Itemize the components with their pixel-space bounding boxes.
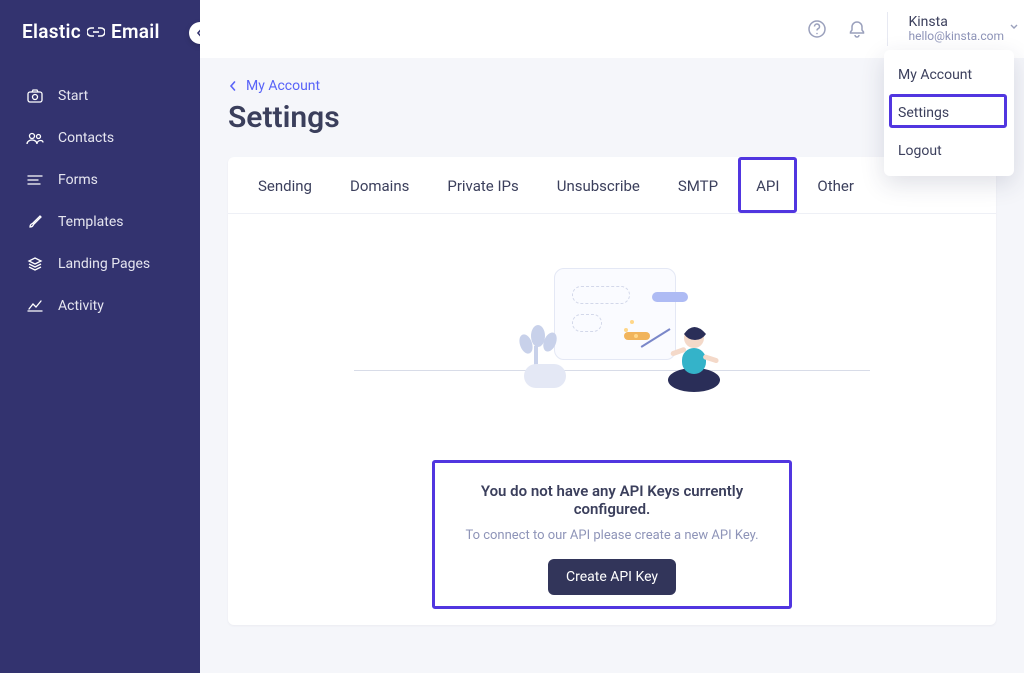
user-name: Kinsta — [908, 14, 1004, 30]
forms-icon — [26, 174, 44, 186]
nav: Start Contacts Forms Templates — [0, 67, 200, 327]
sidebar-item-activity[interactable]: Activity — [0, 285, 200, 327]
topbar: Kinsta hello@kinsta.com My Account Setti… — [200, 0, 1024, 58]
user-email: hello@kinsta.com — [908, 30, 1004, 44]
topbar-separator — [887, 12, 888, 46]
tab-private-ips[interactable]: Private IPs — [435, 157, 530, 213]
layers-icon — [26, 256, 44, 272]
sidebar-item-templates[interactable]: Templates — [0, 201, 200, 243]
breadcrumb[interactable]: My Account — [228, 78, 996, 94]
logo-text-2: Email — [111, 20, 160, 43]
contacts-icon — [26, 131, 44, 145]
sidebar-item-label: Templates — [58, 214, 124, 230]
main: Kinsta hello@kinsta.com My Account Setti… — [200, 0, 1024, 673]
tab-sending[interactable]: Sending — [246, 157, 324, 213]
empty-state-subtext: To connect to our API please create a ne… — [442, 528, 782, 543]
link-icon — [87, 26, 105, 38]
brush-icon — [26, 214, 44, 230]
camera-icon — [26, 89, 44, 103]
create-api-key-button[interactable]: Create API Key — [548, 559, 676, 595]
sidebar-item-label: Landing Pages — [58, 256, 150, 272]
dropdown-item-my-account[interactable]: My Account — [884, 56, 1014, 94]
chart-icon — [26, 299, 44, 313]
settings-card: Sending Domains Private IPs Unsubscribe … — [228, 157, 996, 625]
dropdown-item-settings[interactable]: Settings — [884, 94, 1014, 132]
empty-state-headline: You do not have any API Keys currently c… — [442, 482, 782, 518]
sidebar: Elastic Email Start Contacts — [0, 0, 200, 673]
user-menu-trigger[interactable]: Kinsta hello@kinsta.com — [908, 14, 1004, 44]
chevron-left-icon — [228, 81, 238, 91]
sidebar-item-landing-pages[interactable]: Landing Pages — [0, 243, 200, 285]
sidebar-item-label: Contacts — [58, 130, 114, 146]
tab-other[interactable]: Other — [805, 157, 866, 213]
page-title: Settings — [228, 100, 996, 135]
dropdown-item-logout[interactable]: Logout — [884, 132, 1014, 170]
tab-api[interactable]: API — [744, 157, 791, 213]
panel-body: You do not have any API Keys currently c… — [228, 214, 996, 625]
tab-unsubscribe[interactable]: Unsubscribe — [545, 157, 652, 213]
sidebar-item-contacts[interactable]: Contacts — [0, 117, 200, 159]
breadcrumb-label: My Account — [246, 78, 320, 94]
caret-down-icon — [1010, 16, 1018, 34]
logo[interactable]: Elastic Email — [0, 0, 200, 67]
person-icon — [656, 320, 734, 398]
empty-state-message: You do not have any API Keys currently c… — [442, 482, 782, 595]
logo-text-1: Elastic — [22, 20, 81, 43]
help-icon[interactable] — [807, 19, 827, 39]
empty-state-illustration — [482, 262, 742, 432]
tab-smtp[interactable]: SMTP — [666, 157, 730, 213]
sidebar-item-label: Start — [58, 88, 88, 104]
tabs: Sending Domains Private IPs Unsubscribe … — [228, 157, 996, 214]
sidebar-item-label: Forms — [58, 172, 98, 188]
sidebar-item-label: Activity — [58, 298, 104, 314]
user-dropdown: My Account Settings Logout — [884, 50, 1014, 176]
sidebar-item-start[interactable]: Start — [0, 75, 200, 117]
sidebar-item-forms[interactable]: Forms — [0, 159, 200, 201]
tab-domains[interactable]: Domains — [338, 157, 421, 213]
bell-icon[interactable] — [847, 19, 867, 39]
